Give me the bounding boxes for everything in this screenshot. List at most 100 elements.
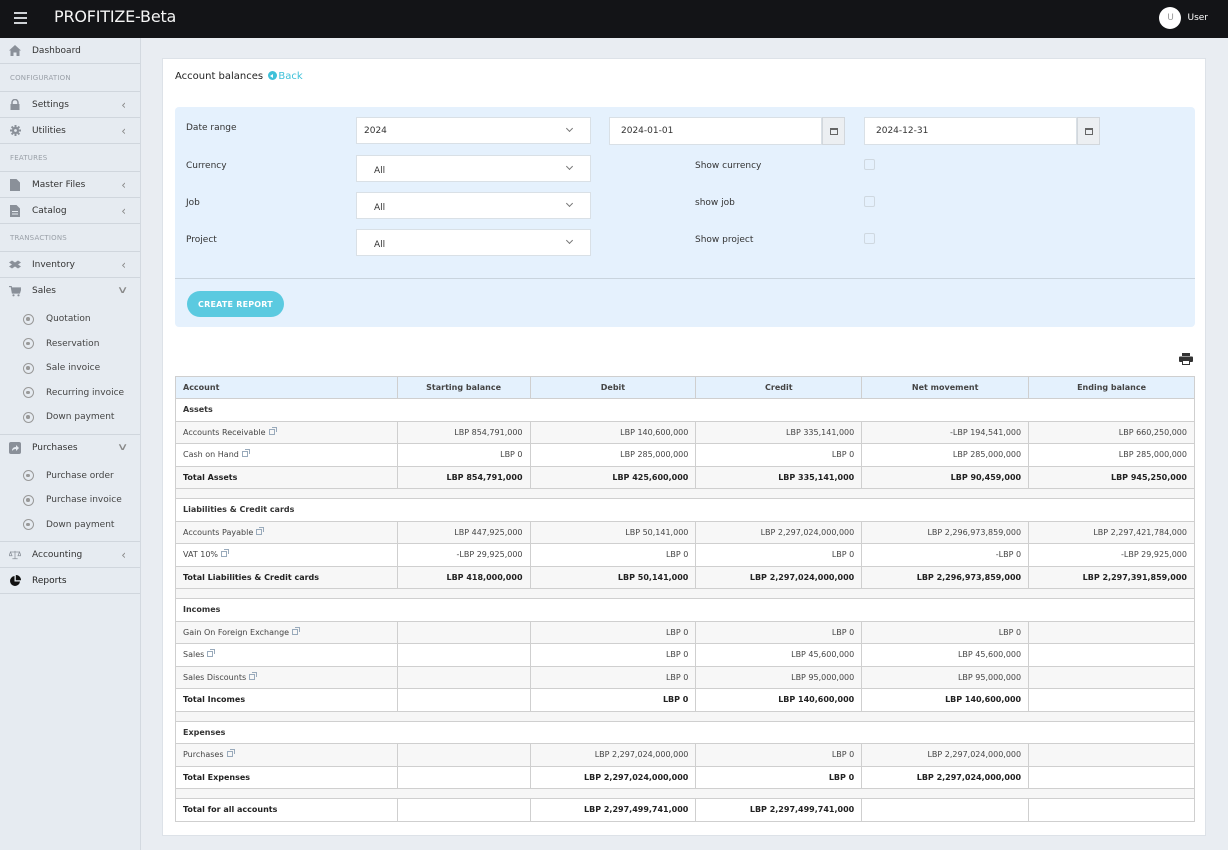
column-header[interactable]: Debit	[529, 376, 697, 399]
external-link-icon[interactable]	[256, 526, 265, 535]
sidebar-item-inventory[interactable]: Inventory ‹	[0, 252, 140, 278]
amount-cell: LBP 2,296,973,859,000	[861, 520, 1030, 544]
date-from-input[interactable]: 2024-01-01	[609, 117, 822, 145]
amount-cell: LBP 285,000,000	[529, 443, 697, 467]
external-link-icon[interactable]	[226, 749, 235, 758]
total-amount-cell: LBP 425,600,000	[529, 465, 697, 489]
total-amount-cell: LBP 0	[695, 765, 863, 789]
sidebar-item-sales[interactable]: Sales ∨	[0, 278, 140, 304]
job-select[interactable]: All	[356, 192, 591, 219]
chevron-down-icon	[565, 199, 574, 208]
date-from-calendar-button[interactable]	[822, 117, 845, 145]
user-menu[interactable]: U User	[1159, 7, 1208, 29]
app-title: PROFITIZE-Beta	[54, 7, 177, 26]
sidebar-item-utilities[interactable]: Utilities ‹	[0, 118, 140, 144]
amount-cell: LBP 50,141,000	[529, 520, 697, 544]
sidebar: Dashboard CONFIGURATION Settings ‹ Utili…	[0, 38, 141, 850]
sidebar-subitem-recurring-invoice[interactable]: Recurring invoice	[0, 381, 140, 406]
sidebar-item-reports[interactable]: Reports	[0, 568, 140, 594]
chevron-down-icon	[565, 162, 574, 171]
account-name-cell: Cash on Hand	[175, 443, 398, 467]
sidebar-subitem-down-payment[interactable]: Down payment	[0, 513, 140, 538]
total-amount-cell: LBP 2,297,024,000,000	[695, 565, 863, 589]
sidebar-item-settings[interactable]: Settings ‹	[0, 92, 140, 118]
sidebar-subitem-label: Recurring invoice	[46, 387, 125, 398]
table-body: Assets Accounts Receivable LBP 854,791,000…	[175, 398, 1195, 822]
sidebar-subitem-down-payment[interactable]: Down payment	[0, 405, 140, 430]
file-icon	[9, 178, 21, 191]
total-amount-cell: LBP 418,000,000	[396, 565, 531, 589]
external-link-icon[interactable]	[268, 426, 277, 435]
sidebar-subitem-label: Purchase invoice	[46, 495, 122, 506]
external-link-icon[interactable]	[249, 671, 258, 680]
sidebar-item-catalog[interactable]: Catalog ‹	[0, 198, 140, 224]
print-icon[interactable]	[1179, 353, 1193, 365]
account-link[interactable]: Cash on Hand	[183, 450, 239, 459]
account-link[interactable]: Sales	[183, 650, 204, 659]
circle-dot-icon	[23, 470, 34, 482]
date-to-input[interactable]: 2024-12-31	[864, 117, 1077, 145]
total-row: Total Incomes LBP 0 LBP 140,600,000 LBP 140…	[175, 688, 1195, 712]
show-currency-checkbox[interactable]	[864, 159, 875, 170]
show-project-checkbox[interactable]	[864, 233, 875, 244]
account-link[interactable]: Sales Discounts	[183, 673, 246, 682]
chevron-down-icon: ∨	[116, 285, 129, 296]
account-balances-table: Account Starting balance Debit Credit Ne…	[175, 376, 1195, 822]
currency-select[interactable]: All	[356, 155, 591, 182]
column-header[interactable]: Credit	[695, 376, 863, 399]
column-header[interactable]: Net movement	[861, 376, 1030, 399]
account-link[interactable]: Purchases	[183, 750, 224, 759]
column-header[interactable]: Account	[175, 376, 398, 399]
total-label: Total Assets	[175, 465, 398, 489]
total-amount-cell: LBP 945,250,000	[1028, 465, 1195, 489]
account-link[interactable]: VAT 10%	[183, 550, 218, 559]
spacer-cell	[175, 588, 1195, 599]
sidebar-item-purchases[interactable]: Purchases ∨	[0, 435, 140, 461]
table-row: Sales Discounts LBP 0 LBP 95,000,000 LBP 95…	[175, 665, 1195, 689]
account-link[interactable]: Accounts Payable	[183, 528, 253, 537]
account-name-cell: Sales Discounts	[175, 665, 398, 689]
date-range-select[interactable]: 2024	[356, 117, 591, 144]
back-link[interactable]: Back	[268, 71, 303, 82]
sidebar-subitem-sale-invoice[interactable]: Sale invoice	[0, 356, 140, 381]
date-to-calendar-button[interactable]	[1077, 117, 1100, 145]
amount-cell: LBP 335,141,000	[695, 420, 863, 444]
show-job-checkbox[interactable]	[864, 196, 875, 207]
amount-cell: -LBP 194,541,000	[861, 420, 1030, 444]
external-link-icon[interactable]	[221, 549, 230, 558]
amount-cell: LBP 2,297,024,000,000	[529, 743, 697, 767]
amount-cell: LBP 0	[529, 665, 697, 689]
sidebar-item-accounting[interactable]: Accounting ‹	[0, 542, 140, 568]
column-header[interactable]: Starting balance	[396, 376, 531, 399]
show-currency-label: Show currency	[695, 161, 762, 171]
gear-icon	[9, 125, 21, 137]
external-link-icon[interactable]	[241, 449, 250, 458]
create-report-button[interactable]: CREATE REPORT	[187, 291, 284, 317]
total-row: Total Assets LBP 854,791,000 LBP 425,600,0…	[175, 465, 1195, 489]
chevron-down-icon	[565, 124, 574, 133]
account-link[interactable]: Gain On Foreign Exchange	[183, 628, 289, 637]
account-link[interactable]: Accounts Receivable	[183, 428, 266, 437]
report-card: Account balances Back Date range 2024 20…	[162, 58, 1206, 836]
sidebar-item-master-files[interactable]: Master Files ‹	[0, 172, 140, 198]
currency-label: Currency	[186, 161, 227, 171]
sidebar-subitem-reservation[interactable]: Reservation	[0, 332, 140, 357]
column-header[interactable]: Ending balance	[1028, 376, 1195, 399]
sidebar-subitem-quotation[interactable]: Quotation	[0, 307, 140, 332]
sidebar-item-label: Catalog	[32, 205, 67, 216]
purchases-submenu: Purchase order Purchase invoice Down pay…	[0, 461, 140, 542]
sidebar-item-dashboard[interactable]: Dashboard	[0, 38, 140, 64]
calendar-icon	[829, 127, 838, 135]
external-link-icon[interactable]	[292, 626, 301, 635]
total-amount-cell: LBP 90,459,000	[861, 465, 1030, 489]
sidebar-item-label: Accounting	[32, 549, 83, 560]
sidebar-subitem-purchase-invoice[interactable]: Purchase invoice	[0, 488, 140, 513]
menu-toggle-icon[interactable]	[14, 12, 27, 24]
external-link-icon[interactable]	[207, 649, 216, 658]
job-value: All	[374, 202, 386, 213]
project-select[interactable]: All	[356, 229, 591, 256]
spacer-row	[175, 588, 1195, 599]
sidebar-subitem-purchase-order[interactable]: Purchase order	[0, 464, 140, 489]
group-name: Liabilities & Credit cards	[175, 498, 1195, 522]
sidebar-item-label: Inventory	[32, 259, 75, 270]
